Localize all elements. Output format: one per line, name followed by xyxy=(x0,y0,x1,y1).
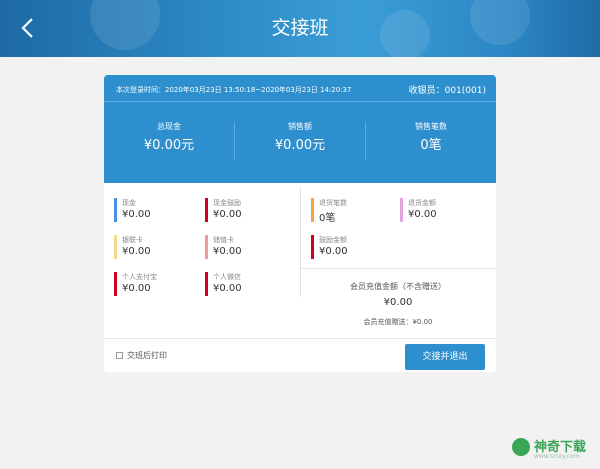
summary-header: 本次登录时间：2020年03月23日 13:50:18~2020年03月23日 … xyxy=(104,75,496,183)
incentive-amount: 鼓励金额 ¥0.00 xyxy=(311,235,391,259)
color-bar xyxy=(311,235,314,259)
recharge-gift: 会员充值赠送：¥0.00 xyxy=(363,318,433,326)
payment-label: 银联卡 xyxy=(122,236,143,244)
refund-label: 退货笔数 xyxy=(319,199,347,207)
refund-label: 退货金额 xyxy=(408,199,436,207)
summary-sales: 销售额 ¥0.00元 xyxy=(235,121,365,153)
color-bar xyxy=(311,198,314,222)
color-bar xyxy=(205,198,208,222)
payment-label: 个人微信 xyxy=(213,273,241,281)
refund-value: ¥0.00 xyxy=(319,246,348,257)
color-bar xyxy=(205,272,208,296)
summary-label: 总现金 xyxy=(157,122,181,131)
top-bar: 交接班 xyxy=(0,0,600,60)
payment-wechat: 个人微信 ¥0.00 xyxy=(205,272,285,296)
watermark: 神奇下载 www.smzy.com xyxy=(512,434,594,464)
recharge-value: ¥0.00 xyxy=(383,297,413,308)
shift-handover-card: 本次登录时间：2020年03月23日 13:50:18~2020年03月23日 … xyxy=(104,75,496,372)
handover-exit-button[interactable]: 交接并退出 xyxy=(405,344,485,370)
print-after-handover-checkbox[interactable] xyxy=(116,352,123,359)
payment-value: ¥0.00 xyxy=(213,246,242,257)
payment-label: 现金鼓励 xyxy=(213,199,241,207)
color-bar xyxy=(205,235,208,259)
print-after-handover-label[interactable]: 交班后打印 xyxy=(127,350,167,361)
summary-label: 销售额 xyxy=(288,122,312,131)
payment-unionpay: 银联卡 ¥0.00 xyxy=(114,235,194,259)
payment-alipay: 个人支付宝 ¥0.00 xyxy=(114,272,194,296)
refund-value: ¥0.00 xyxy=(408,209,437,220)
payment-value: ¥0.00 xyxy=(122,209,151,220)
recharge-title: 会员充值金额（不含赠送） xyxy=(350,282,446,291)
payment-cash-incentive: 现金鼓励 ¥0.00 xyxy=(205,198,285,222)
payment-label: 储值卡 xyxy=(213,236,234,244)
page-title: 交接班 xyxy=(271,17,329,39)
color-bar xyxy=(114,235,117,259)
summary-value: ¥0.00元 xyxy=(143,138,195,153)
summary-value: ¥0.00元 xyxy=(274,138,326,153)
watermark-logo-icon xyxy=(512,438,530,456)
refund-amount: 退货金额 ¥0.00 xyxy=(400,198,480,222)
divider xyxy=(104,338,496,339)
cashier-label: 收银员：001(001) xyxy=(408,86,486,96)
divider xyxy=(104,101,496,102)
summary-label: 销售笔数 xyxy=(415,122,447,131)
color-bar xyxy=(400,198,403,222)
watermark-url: www.smzy.com xyxy=(534,453,580,460)
color-bar xyxy=(114,272,117,296)
payment-value: ¥0.00 xyxy=(213,209,242,220)
summary-sales-count: 销售笔数 0笔 xyxy=(366,121,496,153)
payment-value: ¥0.00 xyxy=(213,283,242,294)
payment-value: ¥0.00 xyxy=(122,283,151,294)
summary-value: 0笔 xyxy=(420,138,442,153)
payment-stored-value-card: 储值卡 ¥0.00 xyxy=(205,235,285,259)
payment-value: ¥0.00 xyxy=(122,246,151,257)
refund-label: 鼓励金额 xyxy=(319,236,347,244)
payment-cash: 现金 ¥0.00 xyxy=(114,198,194,222)
payment-label: 现金 xyxy=(122,199,136,207)
color-bar xyxy=(114,198,117,222)
payment-label: 个人支付宝 xyxy=(122,273,157,281)
refund-value: 0笔 xyxy=(319,213,336,224)
summary-total-cash: 总现金 ¥0.00元 xyxy=(104,121,234,153)
login-time: 本次登录时间：2020年03月23日 13:50:18~2020年03月23日 … xyxy=(116,86,352,94)
refund-count: 退货笔数 0笔 xyxy=(311,198,391,224)
divider xyxy=(300,268,496,269)
